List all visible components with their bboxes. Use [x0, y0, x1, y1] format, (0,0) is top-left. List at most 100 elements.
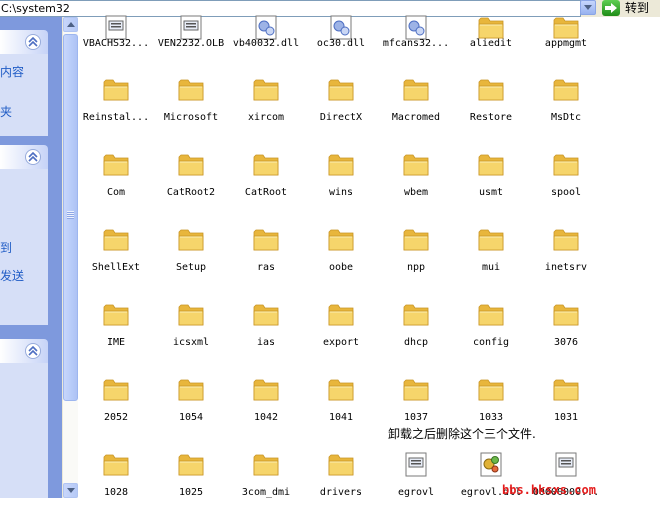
file-item-label: drivers: [319, 487, 363, 498]
file-item-label: mui: [481, 262, 501, 273]
task-link-folder[interactable]: 夹: [0, 103, 12, 120]
file-item[interactable]: export: [303, 300, 379, 370]
file-item[interactable]: CatRoot2: [153, 150, 229, 220]
file-item-label: Com: [106, 187, 126, 198]
file-item-label: 3com_dmi: [241, 487, 291, 498]
folder-icon: [552, 225, 580, 253]
file-item[interactable]: 3com_dmi: [228, 450, 304, 520]
folder-icon: [477, 225, 505, 253]
file-item[interactable]: ias: [228, 300, 304, 370]
collapse-icon[interactable]: [25, 343, 41, 359]
file-item[interactable]: dhcp: [378, 300, 454, 370]
file-item-label: xircom: [247, 112, 285, 123]
task-panel-2: 到 发送: [0, 145, 48, 325]
file-item[interactable]: Macromed: [378, 75, 454, 145]
task-link-contents[interactable]: 内容: [0, 63, 24, 80]
folder-icon: [102, 75, 130, 103]
folder-icon: [177, 150, 205, 178]
folder-icon: [177, 450, 205, 478]
collapse-icon[interactable]: [25, 149, 41, 165]
file-item[interactable]: wins: [303, 150, 379, 220]
file-item-label: 1031: [553, 412, 579, 423]
file-item[interactable]: Microsoft: [153, 75, 229, 145]
task-pane: 内容 夹 到 发送: [0, 17, 62, 498]
folder-icon: [102, 225, 130, 253]
file-item[interactable]: DirectX: [303, 75, 379, 145]
file-item-label: npp: [406, 262, 426, 273]
file-item[interactable]: CatRoot: [228, 150, 304, 220]
folder-icon: [177, 300, 205, 328]
file-item-label: 1041: [328, 412, 354, 423]
file-item-label: vb40032.dll: [232, 38, 300, 49]
file-item[interactable]: Reinstal...: [78, 75, 154, 145]
file-item-label: oc30.dll: [316, 38, 366, 49]
file-item[interactable]: IME: [78, 300, 154, 370]
task-panel-1: 内容 夹: [0, 30, 48, 136]
file-icon: [552, 450, 580, 478]
folder-icon: [552, 300, 580, 328]
vertical-scrollbar[interactable]: [62, 17, 78, 498]
go-button[interactable]: 转到: [602, 0, 660, 16]
file-item-label: appmgmt: [544, 38, 588, 49]
task-link-move-to[interactable]: 到: [0, 239, 12, 256]
file-item[interactable]: 3076: [528, 300, 604, 370]
file-list: VBACHS32... VEN2232.OLB vb40032.dll oc30.dl…: [78, 15, 660, 498]
task-panel-3-header[interactable]: [0, 339, 48, 363]
file-item[interactable]: usmt: [453, 150, 529, 220]
file-item-label: export: [322, 337, 360, 348]
dll-icon: [252, 13, 280, 41]
watermark: bbs.hksxs.com: [502, 483, 596, 497]
file-item[interactable]: spool: [528, 150, 604, 220]
file-item[interactable]: icsxml: [153, 300, 229, 370]
folder-icon: [102, 300, 130, 328]
folder-icon: [477, 300, 505, 328]
folder-icon: [102, 375, 130, 403]
file-item[interactable]: MsDtc: [528, 75, 604, 145]
file-item[interactable]: 2052: [78, 375, 154, 445]
file-item[interactable]: 1028: [78, 450, 154, 520]
address-dropdown-button[interactable]: [580, 0, 596, 15]
folder-icon: [552, 375, 580, 403]
folder-icon: [177, 75, 205, 103]
file-item[interactable]: egrovl: [378, 450, 454, 520]
file-item-label: usmt: [478, 187, 504, 198]
file-item[interactable]: npp: [378, 225, 454, 295]
folder-icon: [327, 75, 355, 103]
file-item-label: wbem: [403, 187, 429, 198]
file-item[interactable]: ShellExt: [78, 225, 154, 295]
file-item[interactable]: 1031: [528, 375, 604, 445]
file-item[interactable]: 1025: [153, 450, 229, 520]
file-item[interactable]: Setup: [153, 225, 229, 295]
folder-icon: [477, 150, 505, 178]
file-item-label: 1037: [403, 412, 429, 423]
file-item[interactable]: 1042: [228, 375, 304, 445]
folder-icon: [402, 75, 430, 103]
folder-icon: [252, 450, 280, 478]
file-item[interactable]: xircom: [228, 75, 304, 145]
file-item[interactable]: Restore: [453, 75, 529, 145]
collapse-icon[interactable]: [25, 34, 41, 50]
file-icon: [102, 13, 130, 41]
task-panel-1-header[interactable]: [0, 30, 48, 54]
folder-icon: [477, 75, 505, 103]
scroll-up-button[interactable]: [63, 17, 78, 32]
file-item[interactable]: 1054: [153, 375, 229, 445]
file-item-label: 1042: [253, 412, 279, 423]
file-item[interactable]: inetsrv: [528, 225, 604, 295]
file-item-label: inetsrv: [544, 262, 588, 273]
file-item[interactable]: ras: [228, 225, 304, 295]
file-item[interactable]: config: [453, 300, 529, 370]
folder-icon: [552, 75, 580, 103]
file-item[interactable]: mui: [453, 225, 529, 295]
task-panel-3: [0, 339, 48, 498]
file-item[interactable]: 1041: [303, 375, 379, 445]
task-panel-2-header[interactable]: [0, 145, 48, 169]
task-link-send[interactable]: 发送: [0, 267, 24, 284]
dll-icon: [327, 13, 355, 41]
file-item[interactable]: oobe: [303, 225, 379, 295]
folder-icon: [402, 375, 430, 403]
file-item[interactable]: wbem: [378, 150, 454, 220]
folder-icon: [252, 75, 280, 103]
file-item[interactable]: drivers: [303, 450, 379, 520]
file-item[interactable]: Com: [78, 150, 154, 220]
